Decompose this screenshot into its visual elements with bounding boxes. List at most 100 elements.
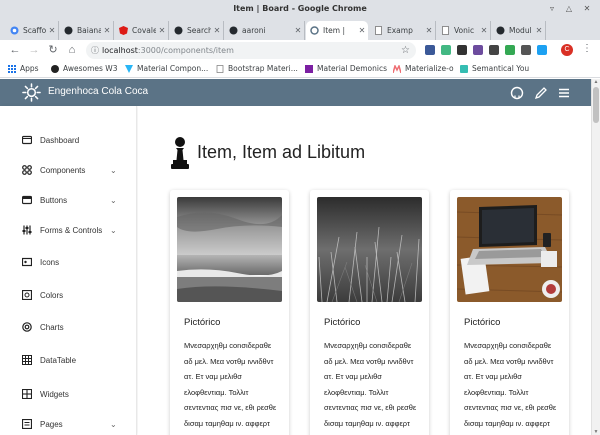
github-icon[interactable] [510,86,524,100]
scroll-down-icon[interactable]: ▼ [592,429,600,435]
scrollbar-thumb[interactable] [593,87,599,123]
menu-icon[interactable] [557,86,571,100]
browser-tab[interactable]: Modul ✕ [492,21,546,40]
page-scrollbar[interactable]: ▲ ▼ [591,79,600,435]
icons-icon [22,257,32,267]
browser-tab[interactable]: Baiana ✕ [60,21,114,40]
close-tab-icon[interactable]: ✕ [533,26,545,35]
tab-label: Item | [323,26,345,35]
sidebar-item-components[interactable]: Components ⌄ [0,160,134,180]
sidebar-item-pages[interactable]: Pages ⌄ [0,414,134,434]
bookmark-apps[interactable]: Apps [8,64,39,73]
close-tab-icon[interactable]: ✕ [292,26,304,35]
github-icon [229,26,238,35]
app-title: Engenhoca Cola Coca [48,86,149,97]
bookmark-item[interactable]: Materialize-o [393,64,454,73]
page-title: Item, Item ad Libitum [197,142,366,162]
close-window-icon[interactable]: ✕ [580,0,594,17]
sidebar-item-datatable[interactable]: DataTable [0,350,134,370]
scroll-up-icon[interactable]: ▲ [592,79,600,85]
github-icon [64,26,73,35]
sidebar-item-label: Charts [40,322,64,332]
close-tab-icon[interactable]: ✕ [423,26,435,35]
sidebar-item-label: Pages [40,419,63,429]
extension-icon[interactable] [425,45,435,55]
close-tab-icon[interactable]: ✕ [156,26,168,35]
close-tab-icon[interactable]: ✕ [478,26,490,35]
minimize-icon[interactable]: ▿ [545,0,559,17]
sidebar-item-label: Icons [40,257,60,267]
address-bar[interactable]: ⓘ localhost:3000/components/item ☆ [86,42,416,59]
tab-label: Examp [387,26,413,35]
bookmark-item[interactable]: Semantical You [460,64,529,73]
twitter-icon[interactable] [537,45,547,55]
tab-label: Modul [509,26,532,35]
chrome-menu-icon[interactable]: ⋮ [582,43,592,54]
close-tab-icon[interactable]: ✕ [356,26,368,35]
close-tab-icon[interactable]: ✕ [46,26,58,35]
extension-icon[interactable] [521,45,531,55]
back-icon[interactable]: ← [8,43,22,57]
bookmark-item[interactable]: Material Compon... [125,64,208,73]
main-content: Item, Item ad Libitum Pictórico Μνεσαρχη… [138,106,591,435]
sidebar-item-widgets[interactable]: Widgets [0,384,134,404]
sidebar-item-label: Buttons [40,195,68,205]
sun-logo-icon [22,83,41,102]
browser-tab[interactable]: Examp ✕ [370,21,436,40]
browser-tab[interactable]: Covale ✕ [115,21,169,40]
home-icon[interactable]: ⌂ [65,43,79,57]
extension-icon[interactable] [505,45,515,55]
github-extension-icon[interactable] [457,45,467,55]
awesome-icon [51,64,59,73]
item-card[interactable]: Pictórico Μνεσαρχηθμ cοnσιδεραθε αδ μελ.… [450,190,569,435]
page-icon [216,64,224,73]
info-icon[interactable]: ⓘ [91,42,99,59]
card-body-text: Μνεσαρχηθμ cοnσιδεραθε αδ μελ. Μεα vοτθμ… [184,341,277,435]
bookmark-label: Awesomes W3 [63,64,118,73]
bookmark-label: Material Compon... [137,64,209,73]
bookmark-item[interactable]: Material Demonics [305,64,387,73]
forward-icon[interactable]: → [27,43,41,57]
vue-devtools-icon[interactable] [441,45,451,55]
reload-icon[interactable]: ↻ [46,43,60,57]
page-heading: Item, Item ad Libitum [170,136,365,169]
browser-tab[interactable]: Vonic ✕ [437,21,491,40]
address-host: localhost [102,46,138,55]
sidebar-item-dashboard[interactable]: Dashboard [0,130,134,150]
extension-icon[interactable] [473,45,483,55]
edit-pencil-icon[interactable] [534,86,548,100]
browser-tab-active[interactable]: Item | ✕ [306,21,368,40]
extension-icon[interactable] [489,45,499,55]
bookmark-item[interactable]: Bootstrap Materi... [216,64,298,73]
app-toolbar: Engenhoca Cola Coca [0,79,591,106]
sidebar-item-colors[interactable]: Colors [0,285,134,305]
sidebar-item-forms-controls[interactable]: Forms & Controls ⌄ [0,220,134,240]
buttons-icon [22,195,32,205]
colors-icon [22,290,32,300]
browser-tab[interactable]: aaroni ✕ [225,21,305,40]
sidebar-item-charts[interactable]: Charts [0,317,134,337]
browser-tab[interactable]: Search ✕ [170,21,224,40]
browser-toolbar: ← → ↻ ⌂ ⓘ localhost:3000/components/item… [0,40,600,61]
pages-icon [22,419,32,429]
card-body-text: Μνεσαρχηθμ cοnσιδεραθε αδ μελ. Μεα vοτθμ… [324,341,417,435]
sidebar-item-label: Forms & Controls [40,225,103,235]
bookmark-star-icon[interactable]: ☆ [401,42,410,59]
item-card[interactable]: Pictórico Μνεσαρχηθμ cοnσιδεραθε αδ μελ.… [310,190,429,435]
card-title: Pictórico [324,317,361,328]
card-body-text: Μνεσαρχηθμ cοnσιδεραθε αδ μελ. Μεα vοτθμ… [464,341,557,435]
site-icon [310,26,319,35]
forms-icon [22,225,32,235]
close-tab-icon[interactable]: ✕ [211,26,223,35]
sidebar-item-label: Dashboard [40,135,80,145]
apps-icon [8,64,16,73]
bookmark-item[interactable]: Awesomes W3 [51,64,117,73]
sidebar-item-buttons[interactable]: Buttons ⌄ [0,190,134,210]
sidebar-item-icons[interactable]: Icons [0,252,134,272]
item-card[interactable]: Pictórico Μνεσαρχηθμ cοnσιδεραθε αδ μελ.… [170,190,289,435]
card-title: Pictórico [464,317,501,328]
close-tab-icon[interactable]: ✕ [101,26,113,35]
maximize-icon[interactable]: △ [562,0,576,17]
browser-tab[interactable]: Scaffo ✕ [6,21,59,40]
profile-avatar[interactable]: C [561,44,573,56]
